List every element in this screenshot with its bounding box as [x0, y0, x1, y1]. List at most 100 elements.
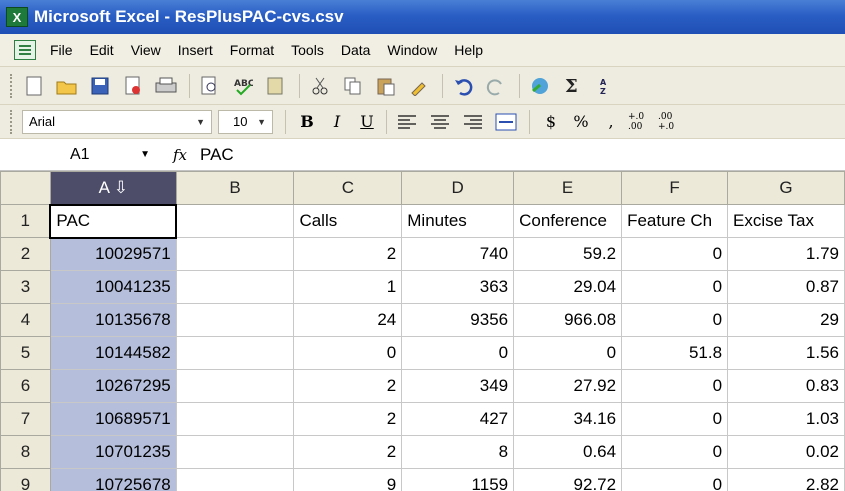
- cell-g1[interactable]: Excise Tax: [727, 204, 845, 238]
- cell-b3[interactable]: [175, 270, 295, 304]
- paste-icon[interactable]: [374, 74, 398, 98]
- cell-a4[interactable]: 10135678: [49, 303, 177, 337]
- menu-view[interactable]: View: [131, 42, 161, 58]
- cell-g6[interactable]: 0.83: [727, 369, 845, 403]
- cell-a3[interactable]: 10041235: [49, 270, 177, 304]
- cell-c4[interactable]: 24: [293, 303, 403, 337]
- undo-icon[interactable]: [451, 74, 475, 98]
- italic-button[interactable]: I: [324, 109, 350, 135]
- cell-e4[interactable]: 966.08: [513, 303, 623, 337]
- cell-a9[interactable]: 10725678: [49, 468, 177, 491]
- font-size-select[interactable]: 10 ▼: [218, 109, 273, 134]
- print-preview-icon[interactable]: [198, 74, 222, 98]
- row-header[interactable]: 8: [0, 435, 51, 469]
- cell-c6[interactable]: 2: [293, 369, 403, 403]
- cell-d4[interactable]: 9356: [401, 303, 515, 337]
- cell-c3[interactable]: 1: [293, 270, 403, 304]
- cell-e6[interactable]: 27.92: [513, 369, 623, 403]
- open-icon[interactable]: [55, 74, 79, 98]
- hyperlink-icon[interactable]: [528, 74, 552, 98]
- percent-button[interactable]: %: [568, 109, 594, 135]
- cell-f7[interactable]: 0: [621, 402, 729, 436]
- menu-format[interactable]: Format: [230, 42, 274, 58]
- cell-c9[interactable]: 9: [293, 468, 403, 491]
- cell-a2[interactable]: 10029571: [49, 237, 177, 271]
- menu-window[interactable]: Window: [387, 42, 437, 58]
- cell-b8[interactable]: [175, 435, 295, 469]
- row-header[interactable]: 1: [0, 204, 51, 238]
- cell-b2[interactable]: [175, 237, 295, 271]
- column-header-g[interactable]: G: [727, 171, 845, 205]
- underline-button[interactable]: U: [354, 109, 380, 135]
- spelling-icon[interactable]: ABC: [231, 74, 255, 98]
- cell-g4[interactable]: 29: [727, 303, 845, 337]
- cell-g3[interactable]: 0.87: [727, 270, 845, 304]
- cell-b5[interactable]: [175, 336, 295, 370]
- cell-d6[interactable]: 349: [401, 369, 515, 403]
- cell-b7[interactable]: [175, 402, 295, 436]
- align-right-icon[interactable]: [461, 110, 485, 134]
- toolbar-grip[interactable]: [10, 73, 14, 98]
- research-icon[interactable]: [264, 74, 288, 98]
- select-all-corner[interactable]: [0, 171, 51, 205]
- cell-c8[interactable]: 2: [293, 435, 403, 469]
- cell-g9[interactable]: 2.82: [727, 468, 845, 491]
- row-header[interactable]: 4: [0, 303, 51, 337]
- cell-b9[interactable]: [175, 468, 295, 491]
- cell-b4[interactable]: [175, 303, 295, 337]
- column-header-e[interactable]: E: [513, 171, 623, 205]
- save-icon[interactable]: [88, 74, 112, 98]
- formula-input[interactable]: PAC: [200, 145, 234, 165]
- menu-file[interactable]: File: [50, 42, 73, 58]
- workbook-icon[interactable]: [14, 40, 36, 60]
- cell-d5[interactable]: 0: [401, 336, 515, 370]
- bold-button[interactable]: B: [294, 109, 320, 135]
- cell-d7[interactable]: 427: [401, 402, 515, 436]
- cell-e3[interactable]: 29.04: [513, 270, 623, 304]
- cell-f4[interactable]: 0: [621, 303, 729, 337]
- cell-f8[interactable]: 0: [621, 435, 729, 469]
- cell-d9[interactable]: 1159: [401, 468, 515, 491]
- autosum-icon[interactable]: Σ: [561, 74, 585, 98]
- cell-g8[interactable]: 0.02: [727, 435, 845, 469]
- column-header-b[interactable]: B: [175, 171, 295, 205]
- cell-f6[interactable]: 0: [621, 369, 729, 403]
- cell-e8[interactable]: 0.64: [513, 435, 623, 469]
- cell-f5[interactable]: 51.8: [621, 336, 729, 370]
- cell-a1[interactable]: PAC: [49, 203, 178, 239]
- cell-c2[interactable]: 2: [293, 237, 403, 271]
- cell-a5[interactable]: 10144582: [49, 336, 177, 370]
- print-icon[interactable]: [154, 74, 178, 98]
- cell-c1[interactable]: Calls: [293, 204, 403, 238]
- align-center-icon[interactable]: [428, 110, 452, 134]
- cell-c7[interactable]: 2: [293, 402, 403, 436]
- row-header[interactable]: 2: [0, 237, 51, 271]
- currency-button[interactable]: $: [538, 109, 564, 135]
- cell-g5[interactable]: 1.56: [727, 336, 845, 370]
- insert-function-icon[interactable]: fx: [160, 146, 200, 164]
- merge-center-icon[interactable]: [494, 110, 518, 134]
- cell-e9[interactable]: 92.72: [513, 468, 623, 491]
- row-header[interactable]: 6: [0, 369, 51, 403]
- cell-e7[interactable]: 34.16: [513, 402, 623, 436]
- sort-ascending-icon[interactable]: AZ: [594, 74, 618, 98]
- align-left-icon[interactable]: [395, 110, 419, 134]
- font-name-select[interactable]: Arial ▼: [22, 109, 212, 134]
- cell-f1[interactable]: Feature Ch: [621, 204, 729, 238]
- comma-style-button[interactable]: ,: [598, 109, 624, 135]
- name-box[interactable]: A1 ▼: [0, 139, 160, 170]
- row-header[interactable]: 3: [0, 270, 51, 304]
- permission-icon[interactable]: [121, 74, 145, 98]
- column-header-d[interactable]: D: [401, 171, 515, 205]
- menu-insert[interactable]: Insert: [178, 42, 213, 58]
- chevron-down-icon[interactable]: ▼: [196, 117, 205, 127]
- cell-b6[interactable]: [175, 369, 295, 403]
- cut-icon[interactable]: [308, 74, 332, 98]
- column-header-f[interactable]: F: [621, 171, 729, 205]
- redo-icon[interactable]: [484, 74, 508, 98]
- menu-data[interactable]: Data: [341, 42, 371, 58]
- cell-a8[interactable]: 10701235: [49, 435, 177, 469]
- cell-b1[interactable]: [175, 204, 295, 238]
- increase-decimal-button[interactable]: +.0 .00: [628, 109, 654, 135]
- row-header[interactable]: 5: [0, 336, 51, 370]
